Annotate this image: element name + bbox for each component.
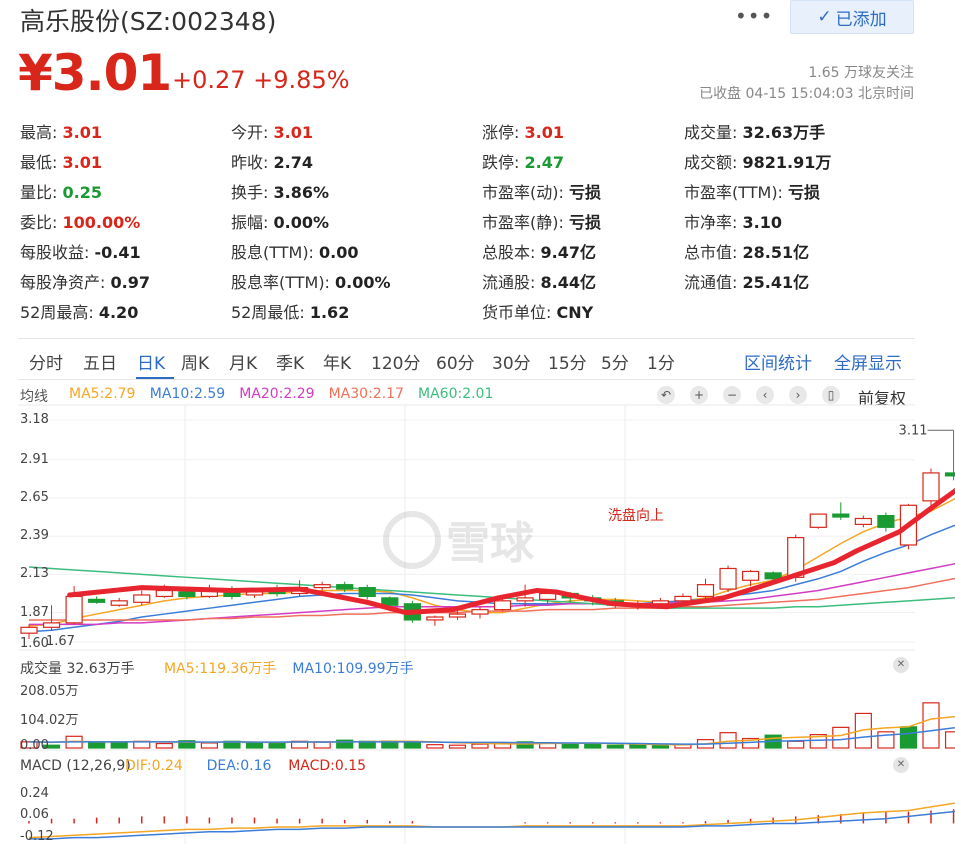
y-tick-label: 1.87 <box>20 604 49 620</box>
y-tick-label: 3.18 <box>20 412 49 427</box>
volume-bar <box>245 741 264 749</box>
volume-bar <box>606 744 624 749</box>
volume-ma-MA10 <box>28 726 955 745</box>
candle <box>178 591 196 598</box>
macd-tick-label: 0.06 <box>20 807 49 823</box>
volume-tick-label: 208.05万 <box>20 684 79 699</box>
candle <box>539 592 557 600</box>
macd-tick-label: 0.24 <box>20 786 49 802</box>
candle <box>110 600 128 606</box>
candle <box>832 513 850 518</box>
y-tick-label: 2.13 <box>20 566 49 582</box>
candle <box>381 597 399 606</box>
y-tick-label: 1.67 <box>46 634 75 649</box>
volume-bar <box>403 741 421 749</box>
volume-bar <box>200 742 218 749</box>
candle <box>516 597 534 602</box>
candle <box>155 589 173 598</box>
candle <box>358 587 376 598</box>
volume-bar <box>155 742 173 749</box>
volume-bar <box>448 744 467 749</box>
candle <box>696 584 715 598</box>
y-tick-label: 2.91 <box>20 451 49 467</box>
volume-bar <box>561 742 579 749</box>
volume-bar <box>268 742 286 749</box>
candle <box>336 584 354 590</box>
volume-bar <box>899 726 918 749</box>
volume-bar <box>426 744 444 749</box>
macd-tick-label: -0.12 <box>20 828 54 844</box>
candle <box>493 600 512 611</box>
candle <box>88 598 106 603</box>
candle <box>20 626 38 634</box>
macd-line-DIF <box>28 802 955 839</box>
candle <box>944 472 955 477</box>
candle <box>471 609 489 615</box>
volume-bar <box>651 744 670 749</box>
candle <box>268 591 286 595</box>
volume-tick-label: 0.00 <box>20 738 49 753</box>
watermark-text: 雪球 <box>446 518 535 569</box>
candle <box>922 472 940 502</box>
volume-bar <box>922 702 940 749</box>
candle <box>42 622 61 628</box>
candle <box>719 567 737 590</box>
min-price-label: 1.60 <box>20 636 49 651</box>
annotation-label: 洗盘向上 <box>608 507 664 524</box>
volume-bar <box>832 726 850 749</box>
volume-bar <box>584 743 602 749</box>
candle <box>65 595 83 624</box>
max-price-label: 3.11 <box>899 423 928 438</box>
y-tick-label: 2.65 <box>20 489 49 505</box>
candle <box>741 570 760 581</box>
volume-bar <box>629 744 647 749</box>
kline-chart[interactable]: 雪球 3.11 1.60 洗盘向上 <box>0 0 955 844</box>
candle <box>651 600 670 605</box>
candle <box>133 594 151 603</box>
candle <box>426 616 444 621</box>
candle <box>809 513 827 528</box>
watermark-logo-icon <box>383 511 441 569</box>
volume-bar <box>110 741 128 749</box>
candle <box>877 514 895 528</box>
candle <box>674 595 692 602</box>
volume-bar <box>944 731 955 749</box>
candle <box>854 517 872 525</box>
candle <box>313 584 331 589</box>
volume-tick-label: 104.02万 <box>20 713 79 728</box>
candle <box>764 572 782 580</box>
y-tick-label: 2.39 <box>20 528 49 544</box>
volume-bar <box>88 742 106 749</box>
watermark: 雪球 <box>383 511 535 569</box>
volume-bar <box>471 743 489 749</box>
candle <box>448 613 467 618</box>
macd-line-DEA <box>29 810 955 840</box>
volume-bar <box>787 740 805 749</box>
